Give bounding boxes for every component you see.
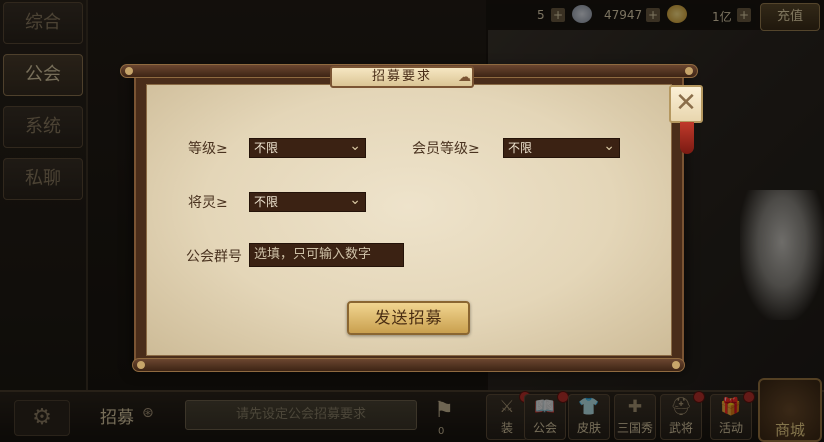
dialog-title: 招募要求 [330,66,474,88]
send-recruit-button[interactable]: 发送招募 [347,301,470,335]
rod-end-cap [685,67,693,75]
member-level-label: 会员等级≥ [412,141,480,157]
rod-end-cap [125,67,133,75]
level-dropdown-value: 不限 [254,141,279,155]
cloud-knot-right-icon: ☁ [458,70,471,85]
member-level-dropdown[interactable]: 不限 ⌄ [503,138,620,158]
general-spirit-dropdown[interactable]: 不限 ⌄ [249,192,366,212]
group-number-input[interactable]: 选填，只可输入数字 [249,243,404,267]
rod-end-cap [137,361,145,369]
scroll-bottom-rod [132,358,685,372]
chevron-down-icon: ⌄ [349,138,361,154]
chevron-down-icon: ⌄ [349,192,361,208]
group-number-label: 公会群号 [186,249,242,265]
close-button[interactable]: ✕ [669,85,703,123]
level-dropdown[interactable]: 不限 ⌄ [249,138,366,158]
red-tassel-decoration [680,122,694,154]
rod-end-cap [672,361,680,369]
general-spirit-dropdown-value: 不限 [254,195,279,209]
level-label: 等级≥ [188,141,228,157]
member-level-dropdown-value: 不限 [508,141,533,155]
close-icon: ✕ [675,88,697,118]
chevron-down-icon: ⌄ [603,138,615,154]
general-spirit-label: 将灵≥ [188,195,228,211]
